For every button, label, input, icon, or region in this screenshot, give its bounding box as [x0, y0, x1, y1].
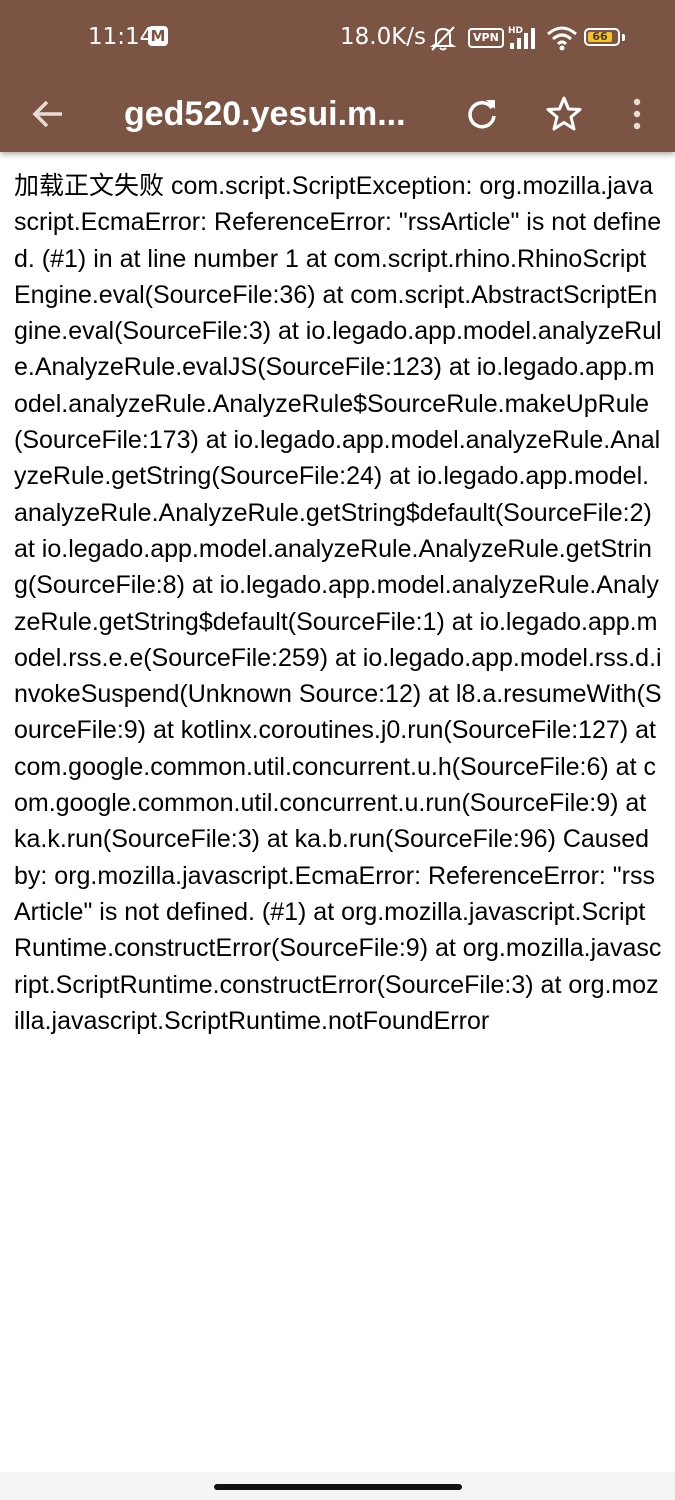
home-gesture-handle[interactable]: [214, 1484, 462, 1490]
error-message-text: 加载正文失败 com.script.ScriptException: org.m…: [14, 172, 662, 1035]
status-time: 11:14: [88, 24, 155, 50]
status-bar: 11:14 M 18.0K/s VPN HD 66: [0, 0, 675, 76]
battery-tip: [622, 34, 625, 41]
more-options-button[interactable]: [613, 90, 661, 138]
favorite-button[interactable]: [540, 90, 588, 138]
article-content: 加载正文失败 com.script.ScriptException: org.m…: [14, 168, 662, 1474]
mute-bell-icon: [429, 26, 457, 51]
mail-notification-icon: M: [148, 26, 168, 46]
page-title: ged520.yesui.m...: [124, 95, 406, 133]
hd-signal-icon: HD: [508, 26, 535, 49]
more-vert-icon: [633, 98, 641, 130]
network-speed: 18.0K/s: [340, 24, 427, 50]
refresh-button[interactable]: [458, 90, 506, 138]
back-button[interactable]: [24, 90, 72, 138]
battery-level: 66: [588, 31, 612, 42]
svg-text:HD: HD: [508, 26, 523, 36]
toolbar: ged520.yesui.m...: [0, 76, 675, 152]
refresh-icon: [468, 100, 496, 129]
navigation-bar: [0, 1472, 675, 1500]
battery-icon: 66: [584, 28, 620, 46]
wifi-icon: [547, 26, 577, 51]
star-icon: [546, 96, 582, 131]
app-bar: 11:14 M 18.0K/s VPN HD 66 ged520.yesui.m…: [0, 0, 675, 152]
back-arrow-icon: [32, 100, 62, 128]
vpn-icon: VPN: [468, 28, 504, 48]
